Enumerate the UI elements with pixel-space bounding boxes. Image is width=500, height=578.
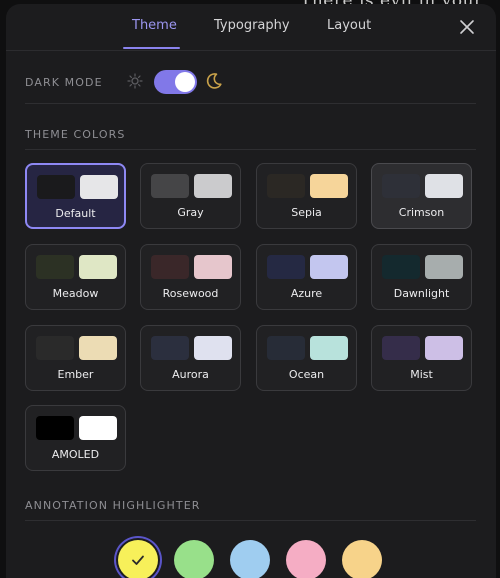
theme-light-swatch [80, 175, 118, 199]
theme-card-meadow[interactable]: Meadow [25, 244, 126, 310]
theme-card-dawnlight[interactable]: Dawnlight [371, 244, 472, 310]
theme-light-swatch [310, 336, 348, 360]
theme-card-label: Meadow [52, 287, 99, 300]
theme-card-label: Mist [410, 368, 433, 381]
theme-card-label: Ocean [288, 368, 325, 381]
theme-light-swatch [310, 255, 348, 279]
theme-card-label: Crimson [398, 206, 445, 219]
theme-dark-swatch [267, 255, 305, 279]
theme-card-label: Dawnlight [393, 287, 450, 300]
theme-card-gray[interactable]: Gray [140, 163, 241, 229]
theme-light-swatch [425, 255, 463, 279]
theme-card-ocean[interactable]: Ocean [256, 325, 357, 391]
theme-card-label: Rosewood [162, 287, 219, 300]
theme-dark-swatch [151, 336, 189, 360]
highlighter-color-blue[interactable] [230, 540, 270, 578]
dark-mode-label: DARK MODE [25, 76, 103, 89]
theme-card-label: Default [55, 207, 96, 220]
theme-card-label: Azure [290, 287, 323, 300]
theme-dark-swatch [267, 336, 305, 360]
theme-dark-swatch [382, 255, 420, 279]
divider [25, 520, 476, 521]
sun-icon [127, 73, 143, 89]
active-tab-indicator [123, 47, 180, 49]
divider [25, 103, 476, 104]
tab-theme[interactable]: Theme [132, 18, 177, 33]
theme-card-mist[interactable]: Mist [371, 325, 472, 391]
checkmark-icon [132, 555, 144, 565]
theme-dark-swatch [36, 336, 74, 360]
theme-card-aurora[interactable]: Aurora [140, 325, 241, 391]
theme-dark-swatch [36, 255, 74, 279]
theme-card-label: Gray [177, 206, 204, 219]
theme-dark-swatch [151, 255, 189, 279]
close-icon [460, 20, 474, 34]
toggle-knob [175, 72, 195, 92]
theme-card-ember[interactable]: Ember [25, 325, 126, 391]
dark-mode-toggle[interactable] [154, 70, 197, 94]
highlighter-color-yellow[interactable] [118, 540, 158, 578]
close-button[interactable] [458, 18, 476, 36]
highlighter-color-green[interactable] [174, 540, 214, 578]
theme-card-sepia[interactable]: Sepia [256, 163, 357, 229]
tab-layout[interactable]: Layout [327, 18, 371, 33]
moon-icon [206, 73, 222, 89]
theme-dark-swatch [382, 174, 420, 198]
theme-dark-swatch [37, 175, 75, 199]
theme-card-azure[interactable]: Azure [256, 244, 357, 310]
theme-light-swatch [425, 174, 463, 198]
divider [25, 149, 476, 150]
theme-card-crimson[interactable]: Crimson [371, 163, 472, 229]
settings-tabs: Theme Typography Layout [6, 4, 496, 51]
theme-dark-swatch [382, 336, 420, 360]
theme-light-swatch [194, 336, 232, 360]
highlighter-color-pink[interactable] [286, 540, 326, 578]
theme-dark-swatch [151, 174, 189, 198]
theme-colors-label: THEME COLORS [25, 128, 126, 141]
highlighter-color-orange[interactable] [342, 540, 382, 578]
theme-card-amoled[interactable]: AMOLED [25, 405, 126, 471]
theme-card-label: Ember [57, 368, 94, 381]
theme-card-label: AMOLED [51, 448, 100, 461]
theme-light-swatch [79, 255, 117, 279]
annotation-highlighter-label: ANNOTATION HIGHLIGHTER [25, 499, 201, 512]
theme-light-swatch [79, 336, 117, 360]
theme-card-label: Sepia [291, 206, 322, 219]
theme-card-rosewood[interactable]: Rosewood [140, 244, 241, 310]
theme-dark-swatch [36, 416, 74, 440]
theme-dark-swatch [267, 174, 305, 198]
theme-light-swatch [79, 416, 117, 440]
theme-light-swatch [194, 174, 232, 198]
theme-light-swatch [310, 174, 348, 198]
theme-card-label: Aurora [172, 368, 209, 381]
theme-light-swatch [194, 255, 232, 279]
tab-typography[interactable]: Typography [214, 18, 290, 33]
theme-settings-panel: Theme Typography Layout DARK MODE THEME … [6, 4, 496, 578]
theme-card-default[interactable]: Default [25, 163, 126, 229]
theme-light-swatch [425, 336, 463, 360]
